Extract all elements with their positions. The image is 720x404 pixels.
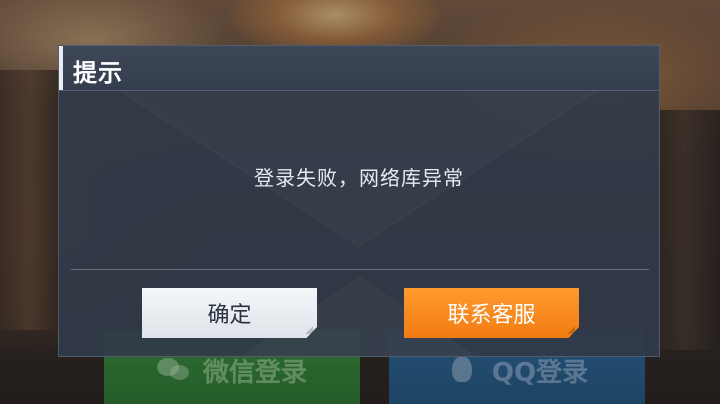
contact-support-button[interactable]: 联系客服 [404,288,579,338]
dialog-message: 登录失败，网络库异常 [254,166,464,190]
alert-dialog: 提示 登录失败，网络库异常 确定 联系客服 [58,45,660,357]
contact-support-label: 联系客服 [447,303,536,328]
dialog-divider [71,269,649,270]
confirm-button-label: 确定 [207,303,252,328]
title-accent-bar [59,46,63,90]
confirm-button[interactable]: 确定 [142,288,317,338]
dialog-title: 提示 [73,59,123,87]
corner-notch-icon [567,326,575,334]
corner-notch-icon [305,326,313,334]
dialog-title-bar: 提示 [59,46,659,91]
